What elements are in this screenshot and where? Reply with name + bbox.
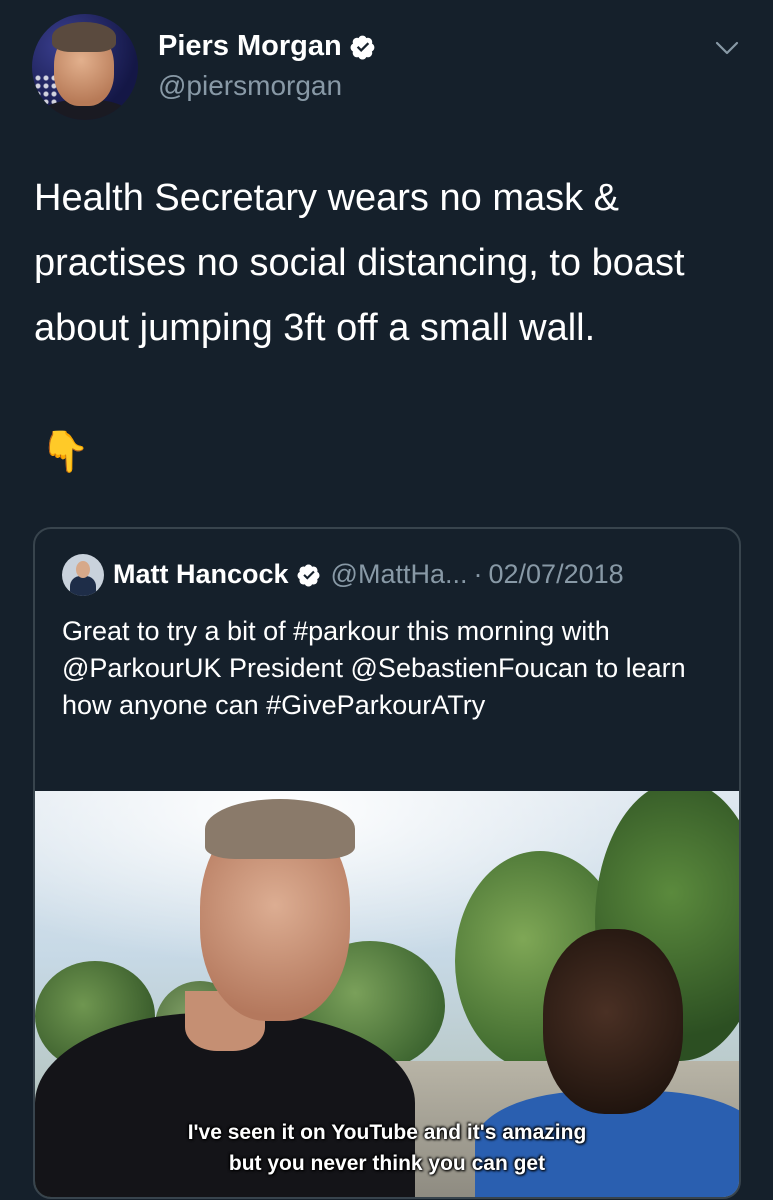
author-name-row[interactable]: Piers Morgan <box>158 30 376 63</box>
tweet: Piers Morgan @piersmorgan Health Secreta… <box>0 0 773 1200</box>
quoted-separator: · <box>473 559 483 589</box>
chevron-down-icon[interactable] <box>712 38 742 58</box>
verified-badge-icon <box>297 564 320 586</box>
quoted-tweet-header: Matt Hancock @MattHa... · 02/07/2018 <box>113 559 624 590</box>
quoted-tweet-text: Great to try a bit of #parkour this morn… <box>62 616 686 720</box>
video-subtitle: I've seen it on YouTube and it's amazing… <box>35 1117 739 1179</box>
quoted-avatar-body <box>70 576 96 596</box>
author-avatar[interactable] <box>32 14 138 120</box>
subtitle-line-2: but you never think you can get <box>228 1152 546 1175</box>
author-display-name[interactable]: Piers Morgan <box>158 30 342 63</box>
quoted-author-name[interactable]: Matt Hancock <box>113 559 289 590</box>
quoted-tweet[interactable]: Matt Hancock @MattHa... · 02/07/2018 Gre… <box>33 527 741 1199</box>
quoted-author-avatar[interactable] <box>62 554 104 596</box>
verified-badge-icon <box>350 35 375 59</box>
person-left-hair <box>205 799 355 859</box>
pointing-down-emoji: 👇 <box>40 430 90 474</box>
quoted-avatar-head <box>76 561 90 578</box>
tweet-text: Health Secretary wears no mask & practis… <box>34 177 685 349</box>
subtitle-line-1: I've seen it on YouTube and it's amazing <box>187 1121 587 1144</box>
author-handle[interactable]: @piersmorgan <box>158 70 342 102</box>
person-right-head <box>543 929 683 1114</box>
quoted-date[interactable]: 02/07/2018 <box>489 559 624 590</box>
quoted-author-handle[interactable]: @MattHa... <box>331 559 468 590</box>
quoted-video-thumbnail[interactable]: I've seen it on YouTube and it's amazing… <box>35 791 739 1197</box>
avatar-hair <box>52 22 116 52</box>
